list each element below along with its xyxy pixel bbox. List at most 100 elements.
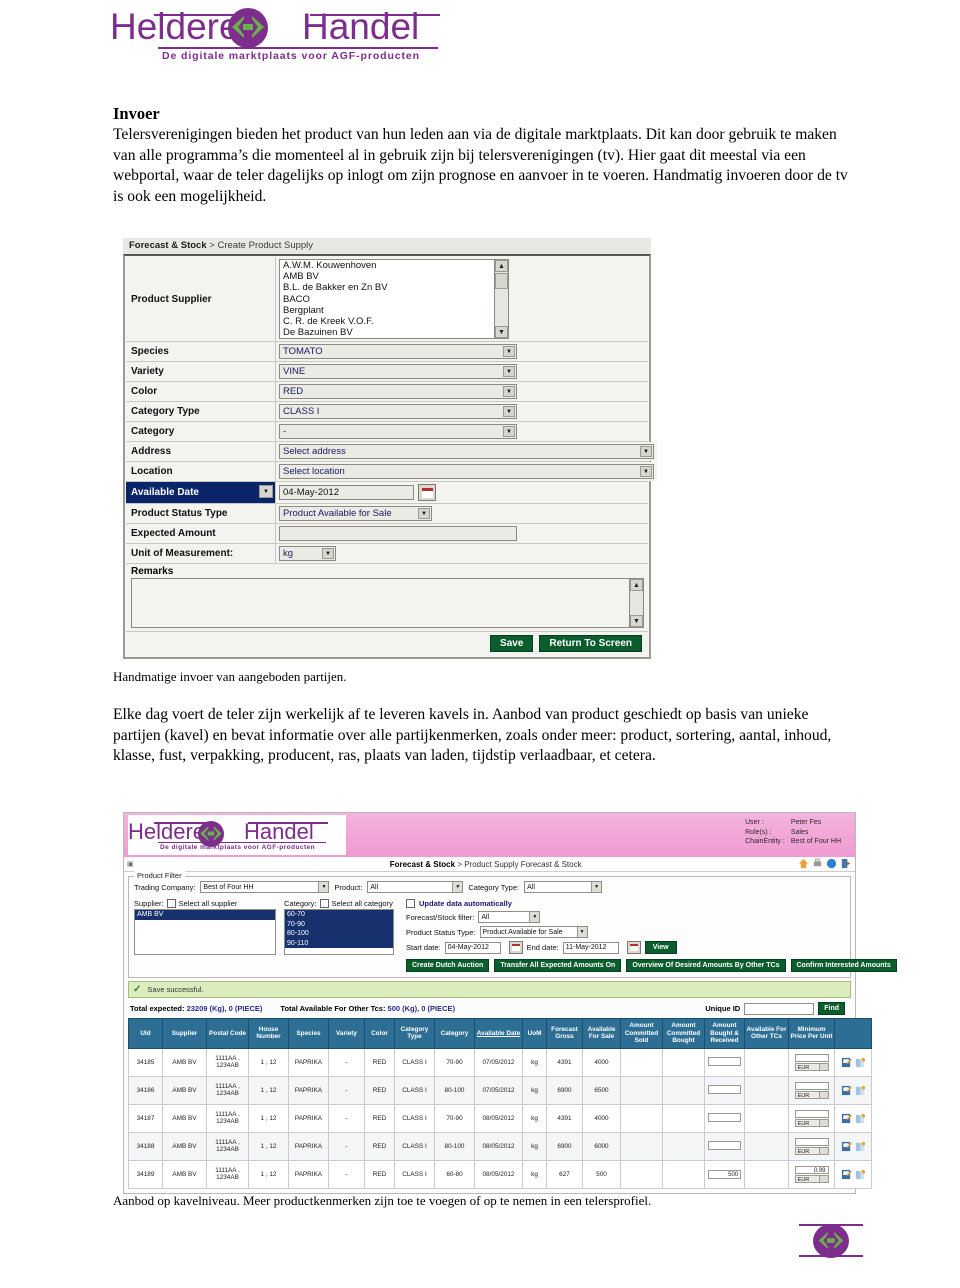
- col-category[interactable]: Category: [434, 1018, 475, 1049]
- minimum-price-input[interactable]: [794, 1081, 829, 1090]
- details-icon[interactable]: [855, 1085, 866, 1096]
- currency-select[interactable]: EUR: [794, 1146, 829, 1155]
- list-item[interactable]: 80-100: [285, 929, 393, 939]
- minimum-price-input[interactable]: [794, 1109, 829, 1118]
- expected-amount-input[interactable]: [279, 526, 517, 541]
- scrollbar-thumb[interactable]: [495, 273, 508, 289]
- remarks-scrollbar[interactable]: ▲ ▼: [629, 579, 643, 627]
- details-icon[interactable]: [855, 1141, 866, 1152]
- scroll-down-icon[interactable]: ▼: [495, 326, 508, 338]
- category-type-select[interactable]: All ▼: [524, 881, 603, 893]
- col-category-type[interactable]: Category Type: [394, 1018, 435, 1049]
- details-icon[interactable]: [855, 1169, 866, 1180]
- select-all-category-checkbox[interactable]: [319, 899, 329, 908]
- details-icon[interactable]: [855, 1113, 866, 1124]
- minimum-price-input[interactable]: [794, 1053, 829, 1062]
- list-item[interactable]: De Bazuinen BV: [280, 327, 508, 338]
- chevron-down-icon[interactable]: ▼: [503, 426, 515, 437]
- amount-bought-received-input[interactable]: [707, 1084, 742, 1094]
- forecast-stock-filter-select[interactable]: All ▼: [478, 911, 541, 923]
- edit-icon[interactable]: [841, 1057, 852, 1068]
- amount-bought-received-input[interactable]: [707, 1112, 742, 1122]
- find-button[interactable]: Find: [818, 1002, 845, 1015]
- minimum-price-input[interactable]: 0.99: [794, 1165, 829, 1174]
- available-date-input[interactable]: 04-May-2012: [279, 485, 414, 500]
- select-all-supplier-checkbox[interactable]: [166, 899, 176, 908]
- label-available-date[interactable]: Available Date ▼: [126, 482, 276, 503]
- col-species[interactable]: Species: [288, 1018, 329, 1049]
- save-button[interactable]: Save: [490, 635, 534, 652]
- currency-select[interactable]: EUR: [794, 1118, 829, 1127]
- list-item[interactable]: AMB BV: [280, 271, 508, 282]
- col-uom[interactable]: UoM: [522, 1018, 547, 1049]
- supplier-options[interactable]: A.W.M. Kouwenhoven AMB BV B.L. de Bakker…: [280, 260, 508, 338]
- internet-icon[interactable]: [826, 858, 837, 869]
- col-postal-code[interactable]: Postal Code: [206, 1018, 249, 1049]
- chevron-down-icon[interactable]: ▼: [576, 927, 587, 937]
- location-select[interactable]: Select location ▼: [279, 464, 654, 479]
- scroll-down-icon[interactable]: ▼: [630, 615, 643, 627]
- unit-of-measurement-select[interactable]: kg ▼: [279, 546, 336, 561]
- end-date-input[interactable]: 11-May-2012: [562, 941, 619, 954]
- remarks-textarea[interactable]: ▲ ▼: [131, 578, 644, 628]
- minimum-price-input[interactable]: [794, 1137, 829, 1146]
- overview-desired-amounts-button[interactable]: Overview Of Desired Amounts By Other TCs: [626, 959, 786, 972]
- chevron-down-icon[interactable]: ▼: [640, 446, 652, 457]
- col-uid[interactable]: UId: [128, 1018, 163, 1049]
- menu-toggle-icon[interactable]: ▣: [124, 860, 134, 868]
- col-minimum-price[interactable]: Minimum Price Per Unit: [788, 1018, 835, 1049]
- category-listbox[interactable]: 60-70 70-90 80-100 90-110: [284, 909, 394, 955]
- unique-id-input[interactable]: [744, 1002, 815, 1015]
- chevron-down-icon[interactable]: ▼: [322, 548, 334, 559]
- chevron-down-icon[interactable]: ▼: [529, 912, 540, 922]
- col-amount-bought-received[interactable]: Amount Bought & Received: [704, 1018, 745, 1049]
- amount-bought-received-input[interactable]: [707, 1056, 742, 1066]
- list-item[interactable]: Bergplant: [280, 305, 508, 316]
- variety-select[interactable]: VINE ▼: [279, 364, 517, 379]
- trading-company-select[interactable]: Best of Four HH ▼: [200, 881, 330, 893]
- update-data-automatically-checkbox[interactable]: [406, 899, 415, 908]
- return-to-screen-button[interactable]: Return To Screen: [539, 635, 642, 652]
- chevron-down-icon[interactable]: ▼: [503, 406, 515, 417]
- details-icon[interactable]: [855, 1057, 866, 1068]
- amount-bought-received-input[interactable]: 500: [707, 1169, 742, 1179]
- col-forecast-gross[interactable]: Forecast Gross: [546, 1018, 583, 1049]
- scroll-up-icon[interactable]: ▲: [630, 579, 643, 591]
- amount-bought-received-input[interactable]: [707, 1140, 742, 1150]
- confirm-interested-amounts-button[interactable]: Confirm Interested Amounts: [790, 959, 897, 972]
- col-available-date[interactable]: Available Date: [474, 1018, 523, 1049]
- chevron-down-icon[interactable]: ▼: [591, 882, 602, 892]
- calendar-icon[interactable]: [508, 941, 523, 954]
- col-amount-committed-sold[interactable]: Amount Committed Sold: [620, 1018, 663, 1049]
- currency-select[interactable]: EUR: [794, 1090, 829, 1099]
- transfer-all-expected-amounts-button[interactable]: Transfer All Expected Amounts On: [494, 959, 622, 972]
- col-color[interactable]: Color: [364, 1018, 395, 1049]
- calendar-icon[interactable]: [418, 484, 436, 501]
- start-date-input[interactable]: 04-May-2012: [444, 941, 501, 954]
- supplier-listbox[interactable]: AMB BV: [134, 909, 276, 955]
- chevron-down-icon[interactable]: [818, 1147, 828, 1154]
- print-icon[interactable]: [812, 858, 823, 869]
- product-status-type-select[interactable]: Product Available for Sale ▼: [479, 926, 588, 938]
- chevron-down-icon[interactable]: [818, 1091, 828, 1098]
- scroll-up-icon[interactable]: ▲: [495, 260, 508, 272]
- list-item[interactable]: 60-70: [285, 910, 393, 920]
- list-item[interactable]: AMB BV: [135, 910, 275, 920]
- calendar-icon[interactable]: [626, 941, 641, 954]
- list-item[interactable]: 70-90: [285, 919, 393, 929]
- currency-select[interactable]: EUR: [794, 1174, 829, 1183]
- chevron-down-icon[interactable]: ▼: [640, 466, 652, 477]
- col-available-other-tcs[interactable]: Available For Other TCs: [744, 1018, 789, 1049]
- edit-icon[interactable]: [841, 1113, 852, 1124]
- category-select[interactable]: - ▼: [279, 424, 517, 439]
- edit-icon[interactable]: [841, 1085, 852, 1096]
- chevron-down-icon[interactable]: [818, 1175, 828, 1182]
- product-status-type-select[interactable]: Product Available for Sale ▼: [279, 506, 432, 521]
- col-available-for-sale[interactable]: Available For Sale: [582, 1018, 621, 1049]
- color-select[interactable]: RED ▼: [279, 384, 517, 399]
- currency-select[interactable]: EUR: [794, 1062, 829, 1071]
- col-house-number[interactable]: House Number: [248, 1018, 289, 1049]
- chevron-down-icon[interactable]: [818, 1119, 828, 1126]
- list-item[interactable]: 90-110: [285, 938, 393, 948]
- edit-icon[interactable]: [841, 1169, 852, 1180]
